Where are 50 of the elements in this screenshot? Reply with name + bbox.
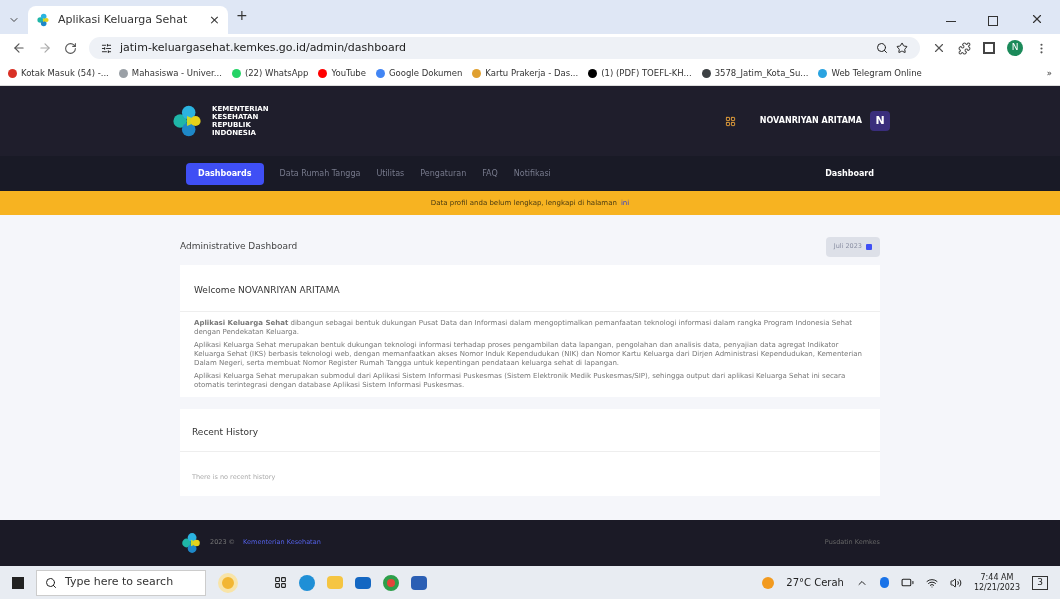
- bookmark-item[interactable]: (1) (PDF) TOEFL-KH...: [588, 67, 692, 80]
- bookmark-item[interactable]: 3578_Jatim_Kota_Su...: [701, 67, 809, 80]
- restore-icon[interactable]: [988, 16, 998, 26]
- bookmark-item[interactable]: Kotak Masuk (54) -...: [8, 67, 109, 80]
- nav-tab[interactable]: Data Rumah Tangga: [279, 167, 361, 180]
- user-name[interactable]: NOVANRIYAN ARITAMA: [759, 115, 862, 127]
- bookmark-item[interactable]: Web Telegram Online: [818, 67, 922, 80]
- bookmark-item[interactable]: YouTube: [318, 67, 366, 80]
- close-tab-button[interactable]: ×: [209, 10, 220, 30]
- search-icon: [45, 576, 57, 589]
- site-settings-icon[interactable]: [101, 42, 112, 54]
- bookmark-item[interactable]: Google Dokumen: [376, 67, 463, 80]
- nav-tab[interactable]: Pengaturan: [420, 167, 467, 180]
- more-bookmarks-button[interactable]: »: [1046, 67, 1052, 80]
- bookmark-item[interactable]: (22) WhatsApp: [231, 67, 309, 80]
- profile-avatar[interactable]: N: [1007, 40, 1023, 56]
- nav-tab[interactable]: Dashboards: [186, 162, 264, 185]
- ministry-logo-icon: [180, 532, 202, 554]
- new-tab-button[interactable]: +: [236, 5, 248, 26]
- user-avatar[interactable]: N: [870, 111, 890, 131]
- zoom-icon[interactable]: [876, 42, 888, 54]
- battery-icon[interactable]: [900, 576, 914, 589]
- volume-icon[interactable]: [949, 576, 962, 589]
- clock[interactable]: 7:44 AM 12/21/2023: [973, 572, 1020, 593]
- browser-tab[interactable]: Aplikasi Keluarga Sehat ×: [28, 6, 228, 34]
- tab-title: Aplikasi Keluarga Sehat: [58, 11, 189, 28]
- reload-icon[interactable]: [64, 41, 77, 55]
- nav-tab[interactable]: FAQ: [482, 167, 498, 180]
- extension-icon[interactable]: [932, 41, 946, 55]
- nav-tab[interactable]: Utilitas: [376, 167, 405, 180]
- card-title: Recent History: [192, 426, 258, 437]
- task-view-icon[interactable]: [274, 576, 287, 589]
- star-icon[interactable]: [896, 42, 908, 54]
- ministry-logo-icon: [36, 13, 50, 27]
- card-title: Welcome NOVANRIYAN ARITAMA: [194, 284, 340, 295]
- page-title: Administrative Dashboard: [180, 240, 298, 254]
- wifi-icon[interactable]: [925, 576, 938, 589]
- puzzle-icon[interactable]: [958, 41, 971, 55]
- breadcrumb: Dashboard: [825, 167, 874, 180]
- apps-icon[interactable]: [724, 115, 736, 127]
- close-window-icon[interactable]: [1030, 12, 1044, 26]
- bookmark-item[interactable]: Mahasiswa - Univer...: [118, 67, 222, 80]
- notification-button[interactable]: 3: [1032, 575, 1048, 590]
- url-text: jatim-keluargasehat.kemkes.go.id/admin/dashboard: [120, 39, 407, 56]
- weather-text[interactable]: 27°C Cerah: [786, 575, 844, 590]
- nav-tab[interactable]: Notifikasi: [513, 167, 551, 180]
- address-bar[interactable]: jatim-keluargasehat.kemkes.go.id/admin/dashboard: [89, 37, 920, 59]
- taskbar-search-field[interactable]: Type here to search: [36, 569, 206, 596]
- bookmark-item[interactable]: Kartu Prakerja - Das...: [472, 67, 579, 80]
- back-icon[interactable]: [12, 41, 26, 55]
